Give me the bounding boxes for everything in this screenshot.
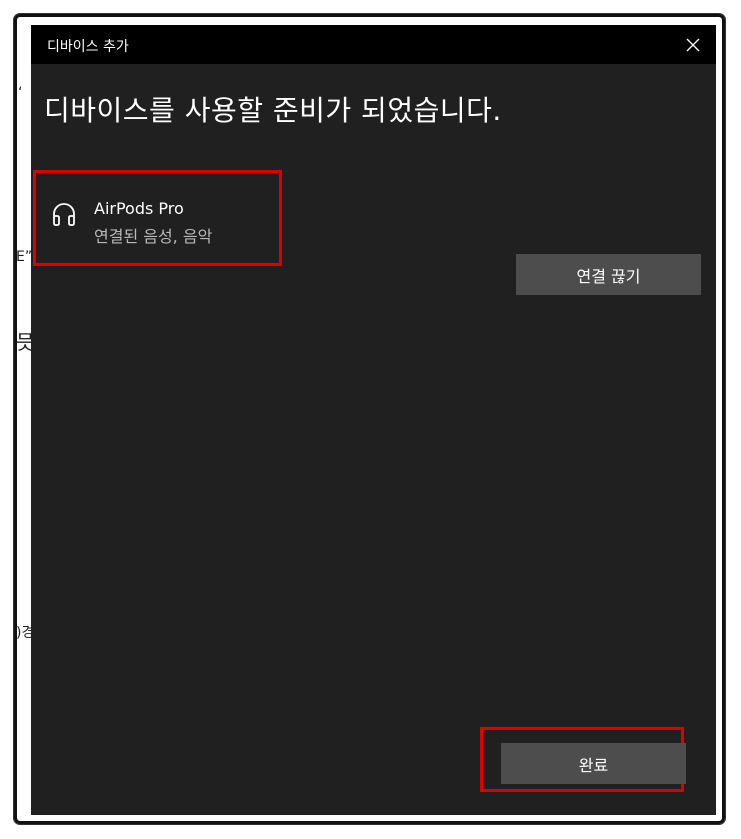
- page-title: 디바이스를 사용할 준비가 되었습니다.: [44, 94, 502, 127]
- device-name: AirPods Pro: [94, 199, 184, 218]
- headphones-icon: [53, 203, 75, 226]
- close-icon: [686, 38, 700, 51]
- window-title: 디바이스 추가: [47, 39, 129, 55]
- disconnect-button[interactable]: 연결 끊기: [516, 254, 701, 295]
- device-status: 연결된 음성, 음악: [94, 227, 213, 246]
- title-bar: 디바이스 추가: [31, 25, 716, 64]
- add-device-dialog: 디바이스 추가 디바이스를 사용할 준비가 되었습니다. AirPods Pro…: [31, 25, 716, 815]
- device-item-airpods-pro[interactable]: AirPods Pro 연결된 음성, 음악: [33, 170, 282, 266]
- close-button[interactable]: [670, 25, 716, 64]
- done-button[interactable]: 완료: [501, 743, 686, 784]
